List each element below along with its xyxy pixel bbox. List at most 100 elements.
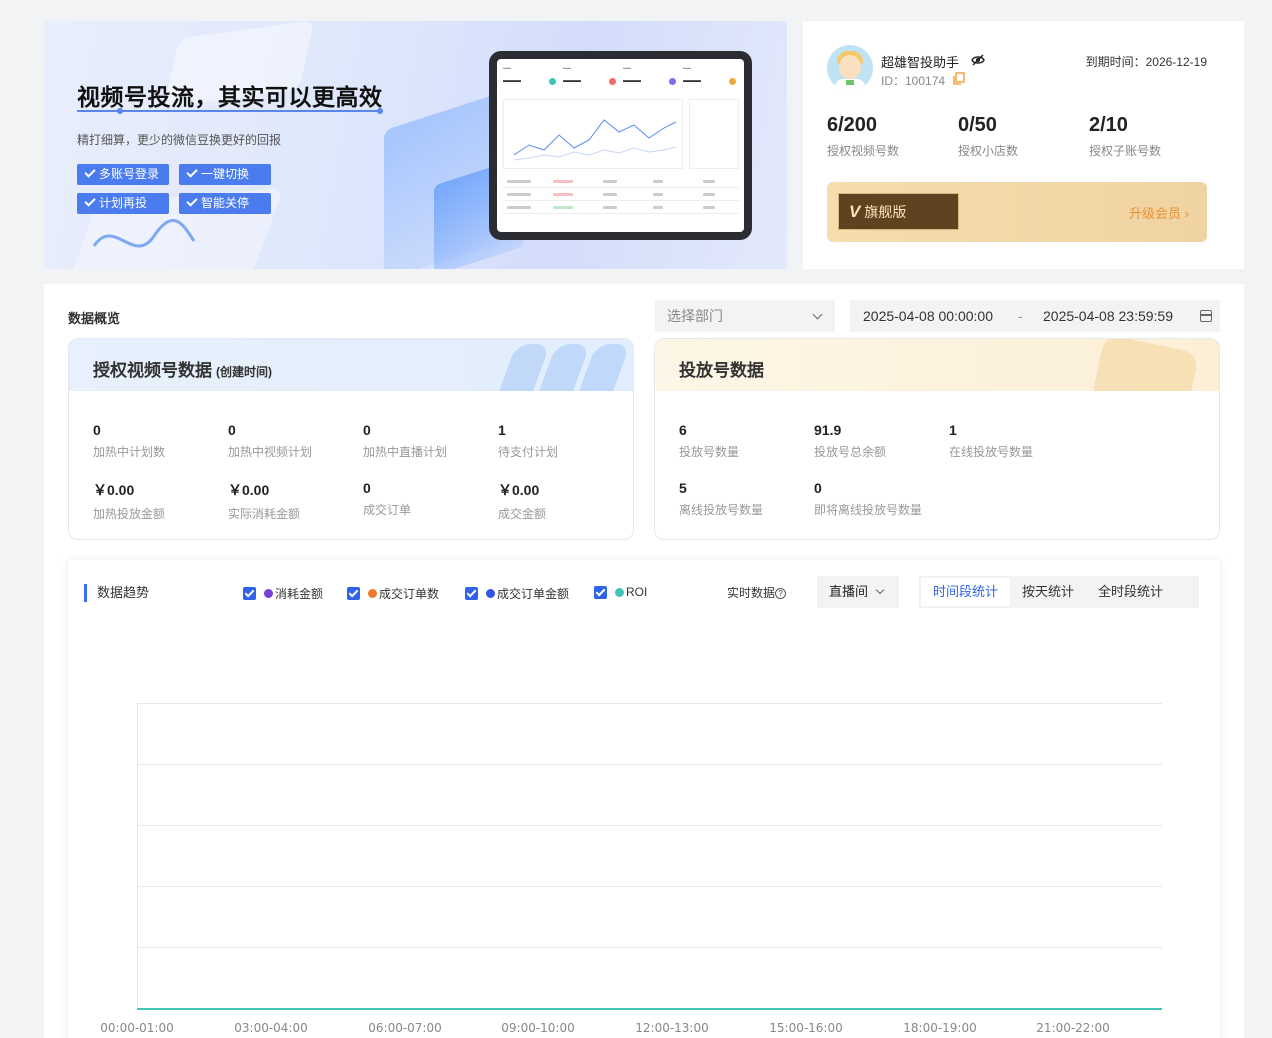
stat-label: 授权小店数 [958,144,1019,158]
metric-value: 0 [363,422,371,438]
expire-date: 到期时间：2026-12-19 [1085,55,1207,69]
metric-value: ￥0.00 [93,482,135,498]
vip-letter: V [849,202,861,221]
feature-tag: 一键切换 [179,164,271,185]
checkbox-checked-icon[interactable] [347,587,360,600]
metric-label: 成交金额 [498,507,547,521]
end-date[interactable]: 2025-04-08 23:59:59 [1043,300,1173,332]
grid-line [137,947,1162,948]
help-icon[interactable]: ? [775,588,787,599]
metric-label: 加热中视频计划 [228,445,313,459]
panel-subtitle: (创建时间) [216,365,272,379]
metric-label: 待支付计划 [498,445,559,459]
wave-decoration [92,219,196,248]
tab-time-period[interactable]: 时间段统计 [921,578,1011,606]
x-tick-label: 21:00-22:00 [1036,1021,1110,1035]
promo-banner: 视频号投流，其实可以更高效 精打细算，更少的微信豆换更好的回报 多账号登录 一键… [44,21,787,269]
metric-value: 5 [679,480,687,496]
legend-dot [264,589,273,598]
feature-tag: 计划再投 [77,193,169,214]
legend-label: 成交订单数 [379,587,440,601]
metric-label: 加热中直播计划 [363,445,448,459]
metric: 5 离线投放号数量 [679,480,763,518]
grid-line [137,886,1162,887]
live-room-select[interactable]: 直播间 [817,576,899,608]
checkbox-checked-icon[interactable] [594,585,607,599]
vip-level: 旗舰版 [864,204,907,220]
realtime-data-label: 实时数据? [727,584,787,601]
delivery-account-panel: 投放号数据 6 投放号数量 91.9 投放号总余额 1 在线投放号数量 5 离线投放号数… [654,338,1220,540]
legend-dot [368,589,377,598]
feature-tag: 智能关停 [179,193,271,214]
date-range-picker[interactable]: 2025-04-08 00:00:00 - 2025-04-08 23:59:5… [850,300,1220,332]
panel-header: 投放号数据 [655,339,1219,391]
tab-all-time[interactable]: 全时段统计 [1086,578,1175,606]
account-name: 超雄智投助手 [881,55,960,70]
legend-dot [615,587,624,597]
legend-toggle-roi[interactable]: ROI [594,585,647,599]
metric-value: 6 [679,422,687,438]
metric: 0 加热中计划数 [93,422,165,460]
calendar-icon[interactable] [1200,310,1212,322]
metric: 0 即将离线投放号数量 [814,480,922,518]
date-separator: - [1018,308,1023,324]
mini-kpi: ▬▬ ▬▬▬ [563,65,618,93]
copy-icon[interactable] [953,72,965,85]
x-tick-label: 12:00-13:00 [635,1021,709,1035]
x-tick-label: 03:00-04:00 [234,1021,308,1035]
metric-label: 在线投放号数量 [949,445,1034,459]
metric: 0 加热中视频计划 [228,422,312,460]
banner-subtitle: 精打细算，更少的微信豆换更好的回报 [77,133,282,147]
x-tick-label: 15:00-16:00 [769,1021,843,1035]
eye-off-icon[interactable] [971,53,985,67]
chevron-down-icon [875,585,885,595]
grid-line [137,825,1162,826]
legend-toggle-spend[interactable]: 消耗金额 [243,585,323,602]
metric: 0 成交订单 [363,480,411,518]
mini-list [689,99,739,169]
stat-value: 6/200 [827,114,878,136]
metric: ￥0.00 成交金额 [498,480,546,522]
metric-value: ￥0.00 [498,482,540,498]
authorized-channel-panel: 授权视频号数据 (创建时间) 0 加热中计划数 0 加热中视频计划 0 加热中直播计划 … [68,338,634,540]
metric: 91.9 投放号总余额 [814,422,886,460]
metric-value: 1 [949,422,957,438]
panel-header: 授权视频号数据 (创建时间) [69,339,633,391]
banner-title: 视频号投流，其实可以更高效 [77,84,383,110]
tablet-illustration: ▬▬ ▬▬▬ ▬▬ ▬▬▬ ▬▬ ▬▬▬ ▬▬ ▬▬▬ [489,51,752,240]
start-date[interactable]: 2025-04-08 00:00:00 [863,300,993,332]
legend-label: 消耗金额 [275,587,324,601]
live-room-value: 直播间 [829,584,869,599]
stat-label: 授权子账号数 [1089,144,1162,158]
metric: 0 加热中直播计划 [363,422,447,460]
trend-title: 数据趋势 [84,584,149,602]
roi-series-line [137,1008,1162,1010]
tab-by-day[interactable]: 按天统计 [1010,578,1086,606]
account-id: ID：100174 [881,74,946,88]
metric-label: 即将离线投放号数量 [814,503,923,517]
feature-tag: 多账号登录 [77,164,169,185]
realtime-text: 实时数据 [727,586,776,600]
mini-kpi: ▬▬ ▬▬▬ [503,65,558,93]
mini-table [503,175,739,214]
metric: ￥0.00 加热投放金额 [93,480,165,522]
stat-label: 授权视频号数 [827,144,900,158]
metric: 1 在线投放号数量 [949,422,1033,460]
stat-sub-accounts: 2/10 授权子账号数 [1089,114,1161,159]
checkbox-checked-icon[interactable] [465,587,478,600]
mini-chart [503,99,683,169]
mini-kpi: ▬▬ ▬▬▬ [683,65,738,93]
checkbox-checked-icon[interactable] [243,587,256,600]
metric: ￥0.00 实际消耗金额 [228,480,300,522]
upgrade-member-link[interactable]: 升级会员 › [1129,203,1189,222]
panel-title: 投放号数据 [679,361,764,380]
x-tick-label: 09:00-10:00 [501,1021,575,1035]
metric-value: 1 [498,422,506,438]
legend-label: ROI [626,585,648,599]
legend-toggle-orders[interactable]: 成交订单数 [347,585,439,602]
avatar [827,45,873,91]
mini-kpi: ▬▬ ▬▬▬ [623,65,678,93]
metric: 6 投放号数量 [679,422,739,460]
legend-toggle-order-amount[interactable]: 成交订单金额 [465,585,569,602]
department-select[interactable]: 选择部门 [655,300,835,332]
